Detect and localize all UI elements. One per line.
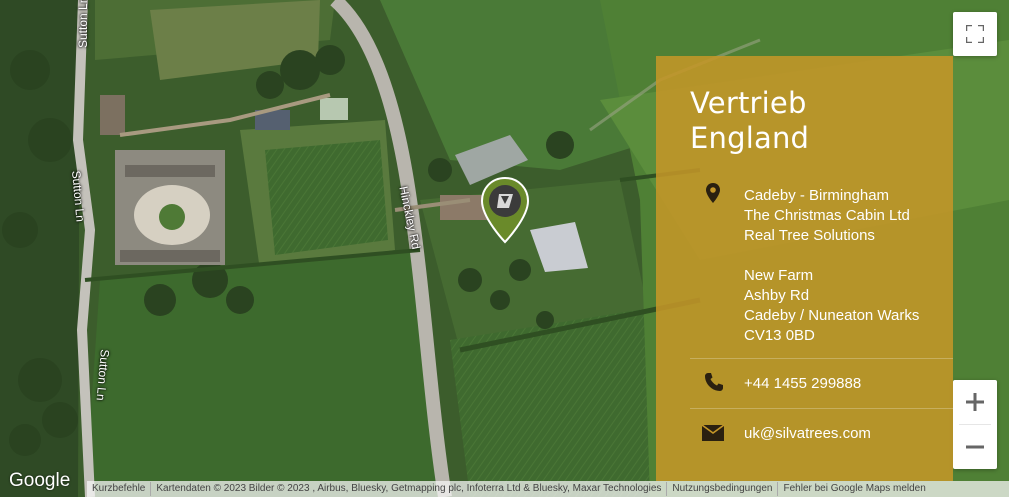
- zoom-in-button[interactable]: [953, 380, 997, 424]
- plus-icon: [966, 393, 984, 411]
- divider: [690, 408, 953, 409]
- location-pin-icon[interactable]: [479, 176, 531, 246]
- address-block: Cadeby - Birmingham The Christmas Cabin …: [744, 186, 919, 346]
- address-line: Real Tree Solutions: [744, 227, 875, 244]
- address-line: The Christmas Cabin Ltd: [744, 207, 910, 224]
- zoom-out-button[interactable]: [953, 425, 997, 469]
- road-label: Sutton Ln: [76, 0, 90, 48]
- address-line: CV13 0BD: [744, 327, 815, 344]
- panel-title: Vertrieb England: [690, 86, 810, 155]
- divider: [690, 358, 953, 359]
- address-line: New Farm: [744, 267, 814, 284]
- email-link[interactable]: uk@silvatrees.com: [744, 425, 871, 442]
- map-attribution-bar: Kurzbefehle Kartendaten © 2023 Bilder © …: [87, 481, 1009, 497]
- fullscreen-button[interactable]: [953, 12, 997, 56]
- report-error-link[interactable]: Fehler bei Google Maps melden: [778, 482, 930, 496]
- zoom-control: [953, 380, 997, 469]
- phone-icon: [704, 372, 724, 397]
- phone-link[interactable]: +44 1455 299888: [744, 375, 861, 392]
- google-logo[interactable]: Google: [9, 470, 70, 492]
- map-marker-icon: [706, 183, 720, 208]
- minus-icon: [966, 445, 984, 449]
- envelope-icon: [701, 424, 725, 446]
- address-line: Cadeby / Nuneaton Warks: [744, 307, 920, 324]
- location-info-panel: Vertrieb England Cadeby - Birmingham The…: [656, 56, 953, 481]
- terms-link[interactable]: Nutzungsbedingungen: [667, 482, 779, 496]
- keyboard-shortcuts-link[interactable]: Kurzbefehle: [87, 482, 152, 496]
- address-line: Cadeby - Birmingham: [744, 187, 890, 204]
- fullscreen-icon: [966, 25, 984, 43]
- address-line: Ashby Rd: [744, 287, 810, 304]
- map-data-attribution: Kartendaten © 2023 Bilder © 2023 , Airbu…: [151, 482, 668, 496]
